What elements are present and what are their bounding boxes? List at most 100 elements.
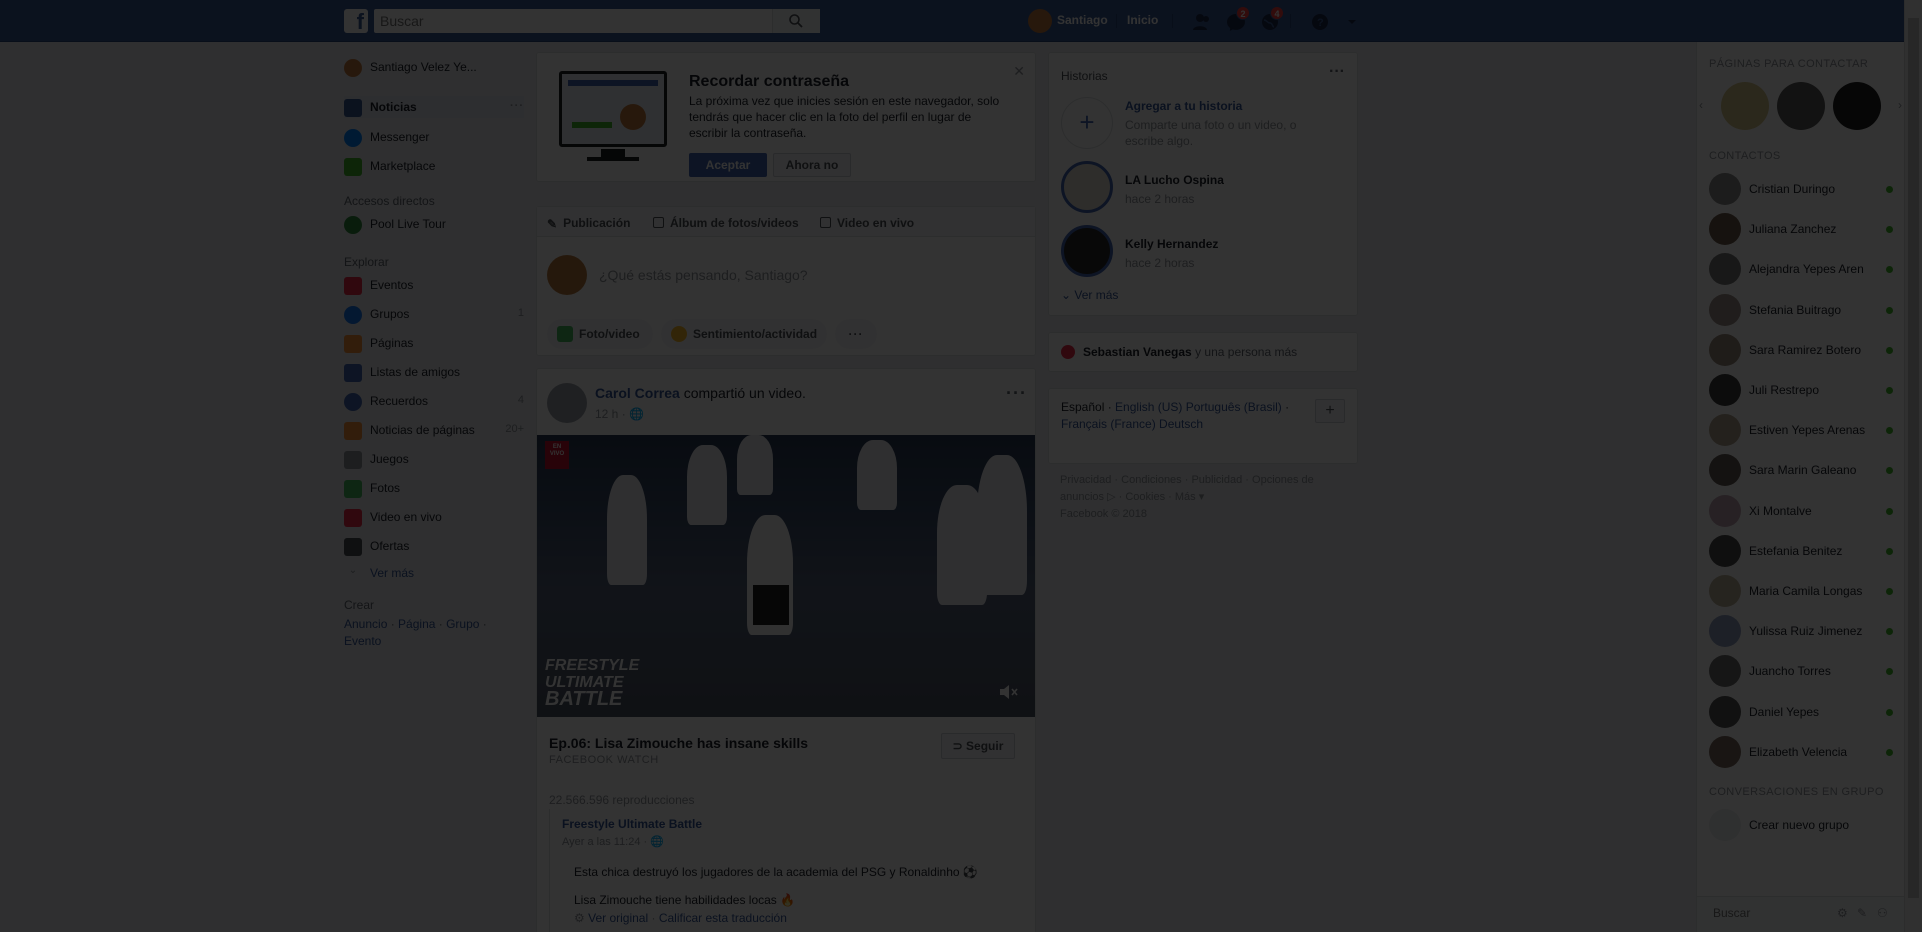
compose-icon[interactable]: ✎ — [1857, 906, 1867, 920]
chevron-down-icon[interactable] — [1342, 12, 1362, 32]
video-player[interactable]: EN VIVO FREESTYLE ULTIMATE BATTLE — [537, 435, 1035, 717]
help-icon[interactable]: ? — [1310, 12, 1330, 32]
page-thumbnail[interactable] — [1721, 82, 1769, 130]
not-now-button[interactable]: Ahora no — [773, 153, 851, 177]
sidebar-item-live-video[interactable]: Video en vivo — [344, 506, 524, 528]
author-link[interactable]: Carol Correa — [595, 385, 680, 401]
rate-translation-link[interactable]: Calificar esta traducción — [659, 911, 787, 925]
story-name[interactable]: LA Lucho Ospina — [1125, 173, 1224, 187]
contact-row[interactable]: Cristian Duringo — [1709, 170, 1895, 206]
feeling-activity-button[interactable]: Sentimiento/actividad — [661, 319, 827, 349]
contact-row[interactable]: Juancho Torres — [1709, 652, 1895, 688]
more-options-icon[interactable]: ··· — [510, 100, 524, 112]
more-options-icon[interactable]: ··· — [1006, 383, 1027, 404]
language-link[interactable]: English (US) — [1115, 400, 1182, 414]
footer-link[interactable]: Cookies — [1125, 491, 1165, 503]
photo-video-button[interactable]: Foto/video — [547, 319, 653, 349]
close-icon[interactable]: ✕ — [1013, 63, 1025, 80]
contact-row[interactable]: Maria Camila Longas — [1709, 572, 1895, 608]
contact-row[interactable]: Xi Montalve — [1709, 492, 1895, 528]
shared-page-link[interactable]: Freestyle Ultimate Battle — [562, 817, 702, 831]
add-language-button[interactable]: + — [1315, 399, 1345, 423]
chevron-left-icon[interactable]: ‹ — [1699, 98, 1703, 112]
sidebar-item-friend-lists[interactable]: Listas de amigos — [344, 361, 524, 383]
contact-row[interactable]: Sara Marin Galeano — [1709, 451, 1895, 487]
sidebar-item-groups[interactable]: Grupos 1 — [344, 303, 524, 325]
messages-icon[interactable]: 2 — [1226, 6, 1250, 32]
sidebar-item-pages-feed[interactable]: Noticias de páginas 20+ — [344, 419, 524, 441]
sidebar-item-pages[interactable]: Páginas — [344, 332, 524, 354]
accept-button[interactable]: Aceptar — [689, 153, 767, 177]
create-group-button[interactable]: Crear nuevo grupo — [1709, 806, 1895, 842]
add-story-button[interactable]: + — [1061, 97, 1113, 149]
tab-live-video[interactable]: Video en vivo — [820, 216, 914, 230]
footer-link[interactable]: Condiciones — [1121, 474, 1182, 486]
video-title[interactable]: Ep.06: Lisa Zimouche has insane skills — [549, 735, 808, 751]
story-name[interactable]: Kelly Hernandez — [1125, 237, 1218, 251]
contact-row[interactable]: Elizabeth Velencia — [1709, 733, 1895, 769]
home-link[interactable]: Inicio — [1127, 13, 1158, 27]
sidebar-item-news-feed[interactable]: Noticias ··· — [344, 96, 524, 118]
gear-icon[interactable]: ⚙ — [1837, 906, 1848, 920]
contact-name: Daniel Yepes — [1749, 704, 1820, 719]
see-original-link[interactable]: Ver original — [588, 911, 648, 925]
tab-photo-album[interactable]: Álbum de fotos/videos — [653, 216, 799, 230]
contact-row[interactable]: Stefania Buitrago — [1709, 291, 1895, 327]
footer-link[interactable]: Más — [1175, 491, 1196, 503]
contact-row[interactable]: Yulissa Ruiz Jimenez — [1709, 612, 1895, 648]
story-avatar[interactable] — [1061, 161, 1113, 213]
follow-button[interactable]: ⊃ Seguir — [941, 733, 1015, 759]
tab-post[interactable]: ✎ Publicación — [547, 216, 630, 231]
post-time[interactable]: 12 h — [595, 407, 618, 421]
contact-row[interactable]: Sara Ramirez Botero — [1709, 331, 1895, 367]
facebook-logo[interactable]: f — [344, 9, 368, 33]
search-button[interactable] — [772, 9, 820, 33]
profile-shortcut[interactable]: Santiago Velez Ye... — [344, 56, 524, 78]
composer-input[interactable]: ¿Qué estás pensando, Santiago? — [599, 267, 808, 283]
mute-icon[interactable] — [999, 684, 1019, 703]
contact-row[interactable]: Juliana Zanchez — [1709, 210, 1895, 246]
birthday-name[interactable]: Sebastian Vanegas — [1083, 345, 1192, 359]
page-scrollbar[interactable] — [1904, 0, 1922, 932]
contact-row[interactable]: Estefania Benitez — [1709, 532, 1895, 568]
sidebar-item-marketplace[interactable]: Marketplace — [344, 155, 524, 177]
create-group-link[interactable]: Grupo — [446, 617, 479, 631]
sidebar-item-messenger[interactable]: Messenger — [344, 126, 524, 148]
sidebar-item-games[interactable]: Juegos — [344, 448, 524, 470]
notifications-globe-icon[interactable]: 4 — [1260, 6, 1284, 32]
create-page-link[interactable]: Página — [398, 617, 435, 631]
language-link[interactable]: Português (Brasil) — [1186, 400, 1282, 414]
chevron-right-icon[interactable]: › — [1898, 98, 1902, 112]
contact-row[interactable]: Alejandra Yepes Aren — [1709, 250, 1895, 286]
create-ad-link[interactable]: Anuncio — [344, 617, 387, 631]
more-options-button[interactable]: ··· — [835, 319, 877, 349]
see-more-link[interactable]: ⌄ Ver más — [344, 562, 524, 584]
language-link[interactable]: Français (France) — [1061, 417, 1156, 431]
chat-search-input[interactable] — [1713, 906, 1823, 920]
add-story-title[interactable]: Agregar a tu historia — [1125, 99, 1242, 113]
contact-row[interactable]: Juli Restrepo — [1709, 371, 1895, 407]
story-avatar[interactable] — [1061, 225, 1113, 277]
friend-requests-icon[interactable] — [1192, 12, 1212, 32]
page-thumbnail[interactable] — [1833, 82, 1881, 130]
profile-link[interactable]: Santiago — [1057, 13, 1108, 27]
language-link[interactable]: Deutsch — [1159, 417, 1203, 431]
footer-link[interactable]: Publicidad — [1191, 474, 1242, 486]
see-more-link[interactable]: ⌄ Ver más — [1061, 287, 1261, 303]
avatar[interactable] — [547, 383, 587, 423]
sidebar-item-pool-live-tour[interactable]: Pool Live Tour — [344, 213, 524, 235]
user-avatar[interactable] — [1028, 9, 1052, 33]
sidebar-item-photos[interactable]: Fotos — [344, 477, 524, 499]
scrollbar-thumb[interactable] — [1908, 18, 1919, 898]
page-thumbnail[interactable] — [1777, 82, 1825, 130]
group-chat-icon[interactable]: ⚇ — [1877, 906, 1888, 920]
sidebar-item-memories[interactable]: Recuerdos 4 — [344, 390, 524, 412]
search-input[interactable] — [380, 11, 780, 31]
sidebar-item-events[interactable]: Eventos — [344, 274, 524, 296]
create-event-link[interactable]: Evento — [344, 634, 381, 648]
contact-row[interactable]: Daniel Yepes — [1709, 693, 1895, 729]
contact-row[interactable]: Estiven Yepes Arenas — [1709, 411, 1895, 447]
sidebar-item-offers[interactable]: Ofertas — [344, 535, 524, 557]
more-options-icon[interactable]: ··· — [1329, 63, 1345, 81]
footer-link[interactable]: Privacidad — [1060, 474, 1111, 486]
